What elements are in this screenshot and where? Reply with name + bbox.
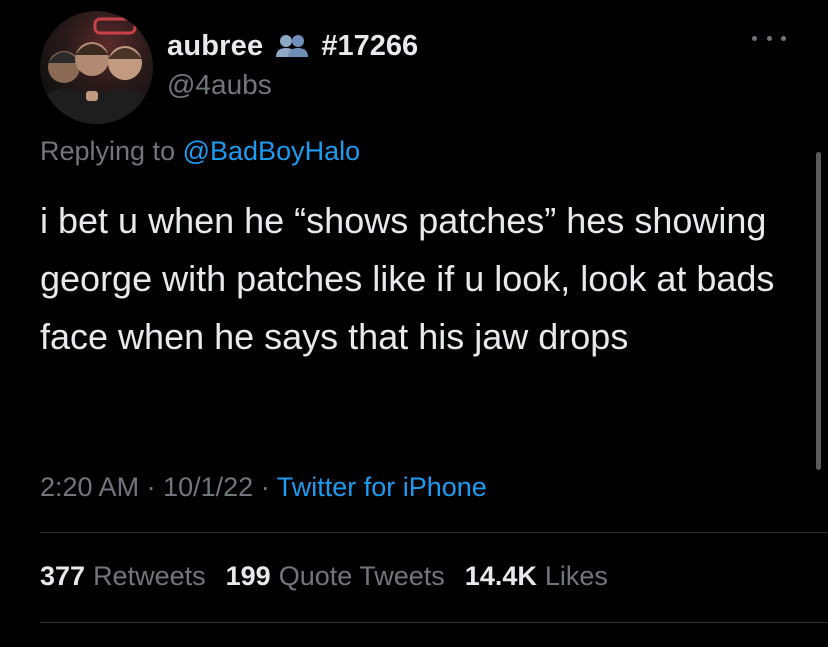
retweets-count: 377 <box>40 561 86 591</box>
tweet-time[interactable]: 2:20 AM <box>40 472 139 502</box>
author-tag: #17266 <box>321 29 419 62</box>
author-name-row: aubree #17266 <box>167 28 418 64</box>
more-dot-icon <box>781 35 786 41</box>
likes-count: 14.4K <box>464 561 537 591</box>
meta-separator: · <box>146 472 156 502</box>
tweet-date[interactable]: 10/1/22 <box>163 472 253 502</box>
quote-tweets-stat[interactable]: 199 Quote Tweets <box>226 561 445 592</box>
reply-mention-link[interactable]: @BadBoyHalo <box>183 136 361 166</box>
meta-separator: · <box>260 472 270 502</box>
author-display-name[interactable]: aubree <box>167 30 263 63</box>
quote-tweets-label: Quote Tweets <box>278 561 445 591</box>
scrollbar[interactable] <box>816 152 821 470</box>
replying-to-label: Replying to <box>40 136 176 166</box>
tweet-meta: 2:20 AM · 10/1/22 · Twitter for iPhone <box>40 472 487 503</box>
tweet-text: i bet u when he “shows patches” hes show… <box>40 200 785 357</box>
more-dot-icon <box>766 35 772 41</box>
author-handle[interactable]: @4aubs <box>167 69 272 101</box>
divider <box>40 532 828 533</box>
divider <box>40 622 828 623</box>
group-icon <box>276 35 309 57</box>
retweets-stat[interactable]: 377 Retweets <box>40 561 206 592</box>
retweets-label: Retweets <box>93 561 206 591</box>
avatar-photo <box>40 17 153 124</box>
replying-to: Replying to @BadBoyHalo <box>40 136 360 167</box>
likes-label: Likes <box>544 561 608 591</box>
likes-stat[interactable]: 14.4K Likes <box>465 561 608 592</box>
more-dot-icon <box>752 35 757 41</box>
tweet-source-link[interactable]: Twitter for iPhone <box>277 472 487 502</box>
tweet-stats: 377 Retweets 199 Quote Tweets 14.4K Likes <box>40 561 608 592</box>
quote-tweets-count: 199 <box>225 561 271 591</box>
avatar[interactable] <box>40 11 153 124</box>
more-options-button[interactable] <box>752 28 786 48</box>
